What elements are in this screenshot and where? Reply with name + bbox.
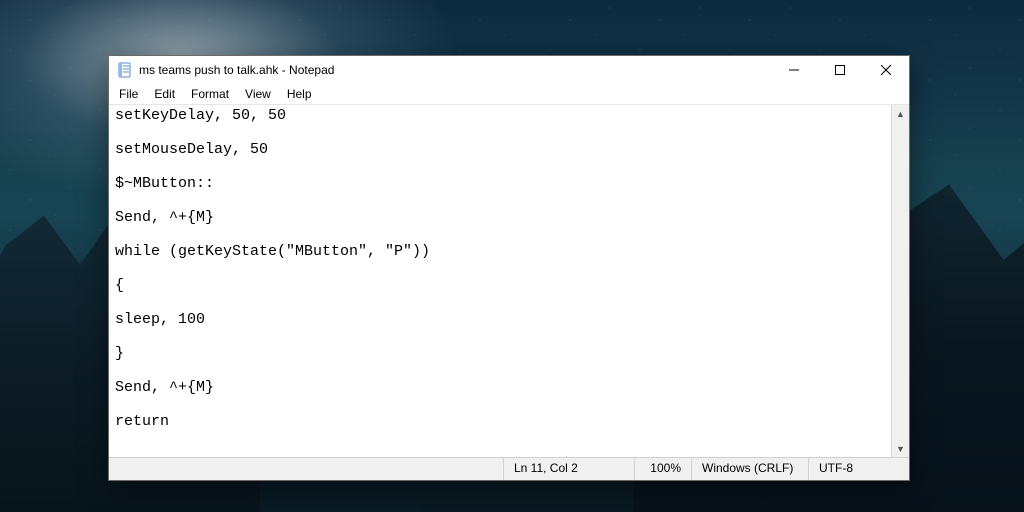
statusbar: Ln 11, Col 2 100% Windows (CRLF) UTF-8 [109, 457, 909, 480]
editor-area: setKeyDelay, 50, 50 setMouseDelay, 50 $~… [109, 105, 909, 457]
menu-edit[interactable]: Edit [146, 85, 183, 103]
statusbar-gap [109, 458, 503, 480]
vertical-scrollbar[interactable]: ▲ ▼ [891, 105, 909, 457]
window-title: ms teams push to talk.ahk - Notepad [139, 63, 334, 77]
status-zoom: 100% [634, 458, 691, 480]
scroll-down-icon[interactable]: ▼ [892, 440, 909, 457]
status-line-col: Ln 11, Col 2 [503, 458, 634, 480]
menu-view[interactable]: View [237, 85, 279, 103]
notepad-icon [117, 62, 133, 78]
menu-format[interactable]: Format [183, 85, 237, 103]
menu-file[interactable]: File [111, 85, 146, 103]
menu-help[interactable]: Help [279, 85, 320, 103]
text-editor[interactable]: setKeyDelay, 50, 50 setMouseDelay, 50 $~… [109, 105, 892, 457]
minimize-button[interactable] [771, 56, 817, 84]
menubar: File Edit Format View Help [109, 84, 909, 105]
desktop-wallpaper: ms teams push to talk.ahk - Notepad File… [0, 0, 1024, 512]
notepad-window: ms teams push to talk.ahk - Notepad File… [108, 55, 910, 481]
scroll-up-icon[interactable]: ▲ [892, 105, 909, 122]
status-eol: Windows (CRLF) [691, 458, 808, 480]
maximize-button[interactable] [817, 56, 863, 84]
titlebar[interactable]: ms teams push to talk.ahk - Notepad [109, 56, 909, 84]
close-button[interactable] [863, 56, 909, 84]
status-encoding: UTF-8 [808, 458, 909, 480]
